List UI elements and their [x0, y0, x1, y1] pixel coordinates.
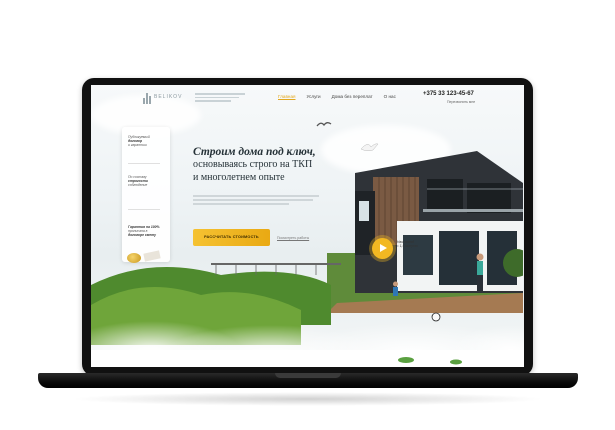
nav-item-services[interactable]: Услуги [306, 94, 320, 99]
callback-link[interactable]: Перезвонить мне [447, 100, 475, 104]
bird-icon [316, 122, 332, 127]
feature-item: Публикуемый договор и гарантии [128, 135, 150, 148]
view-works-link[interactable]: Посмотреть работы [277, 236, 309, 240]
logo-text[interactable]: BELIKOV [154, 94, 182, 100]
nav-item-home[interactable]: Главная [278, 94, 295, 99]
feature-item: По составу строгости соблюдение [128, 175, 148, 188]
tagline [195, 93, 245, 104]
logo-icon[interactable] [143, 93, 151, 104]
calculate-cost-button[interactable]: РАССЧИТАТЬ СТОИМОСТЬ [193, 229, 270, 246]
hero-description-placeholder [193, 195, 323, 205]
main-nav: Главная Услуги Дома без переплат О нас [278, 94, 396, 99]
features-card: Публикуемый договор и гарантии По составу с… [122, 127, 170, 262]
nav-item-houses[interactable]: Дома без переплат [332, 94, 373, 99]
laptop-shadow [70, 392, 545, 406]
site-header: BELIKOV Главная Услуги Дома без переплат… [91, 85, 524, 113]
feature-item: Гарантия на 100% прописана в договоре смет… [128, 225, 160, 238]
website-screen: BELIKOV Главная Услуги Дома без переплат… [91, 85, 524, 367]
foreground-greenery [91, 263, 524, 367]
laptop-notch [275, 373, 341, 378]
phone-number[interactable]: +375 33 123-45-67 [423, 91, 474, 97]
video-label: Наш выезд ≈ 1,5 минуты [397, 240, 418, 249]
nav-item-about[interactable]: О нас [384, 94, 396, 99]
